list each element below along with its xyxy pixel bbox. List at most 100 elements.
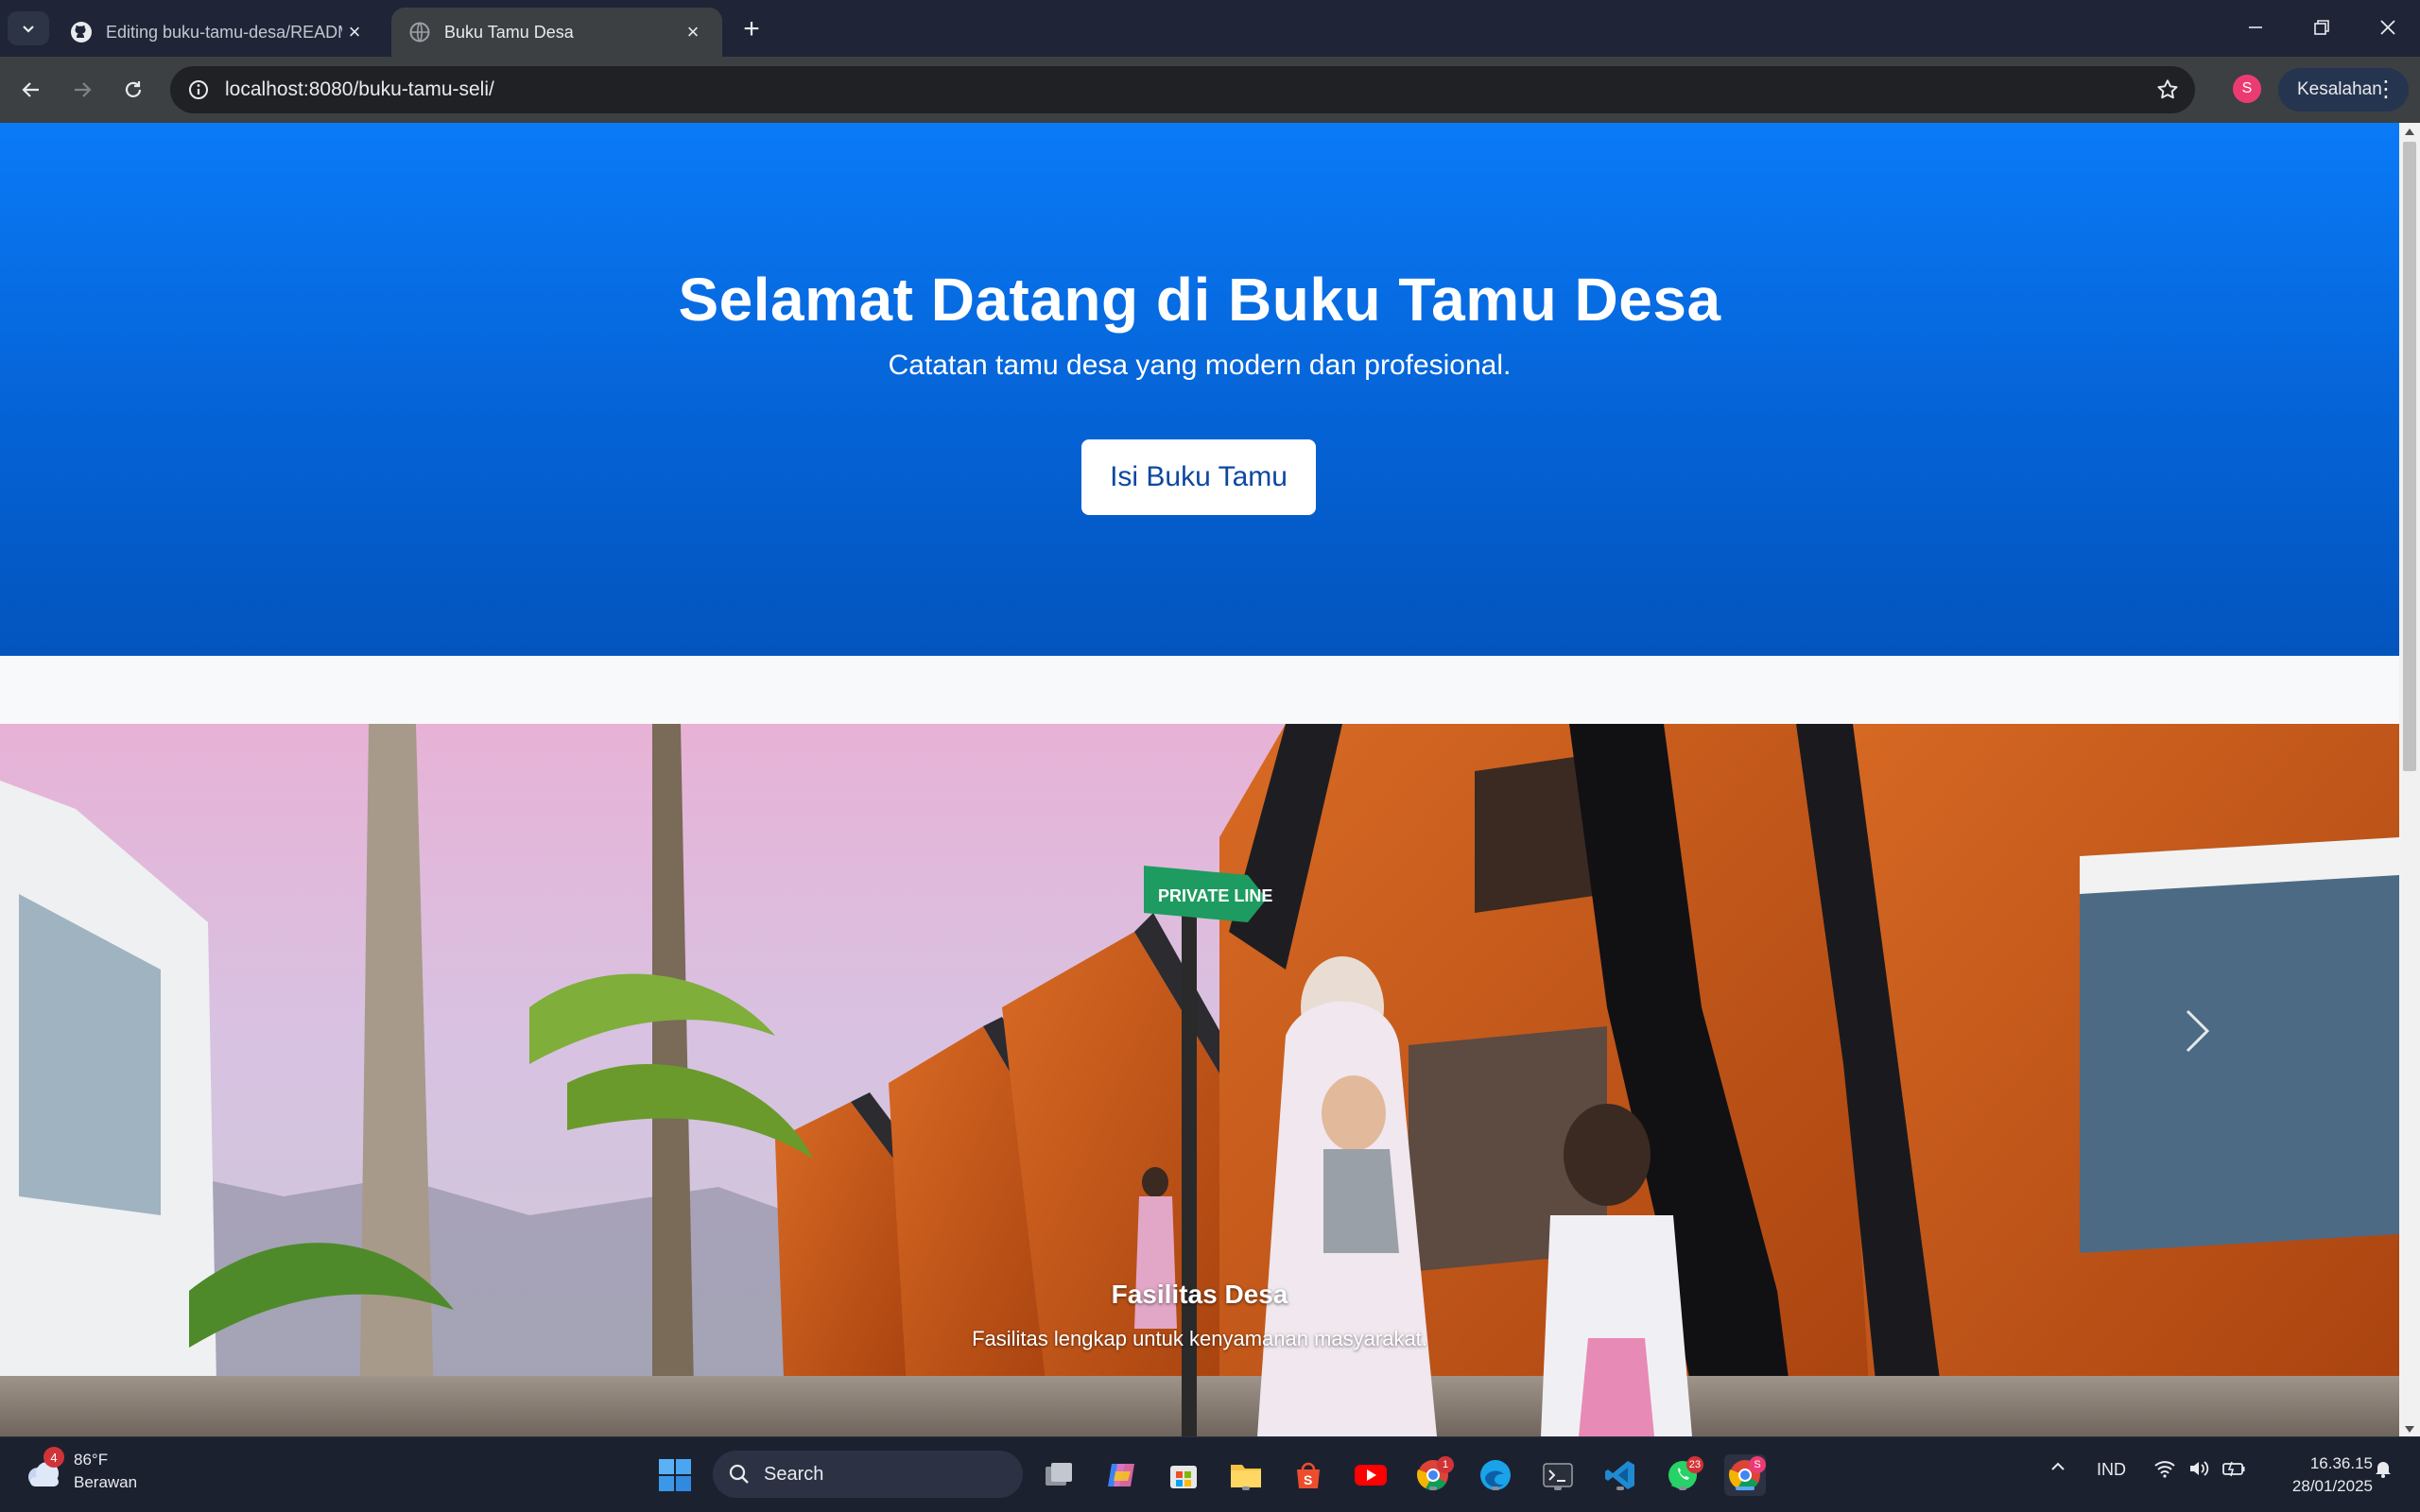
chevron-right-icon xyxy=(2186,1009,2210,1053)
url-text: localhost:8080/buku-tamu-seli/ xyxy=(225,78,494,101)
caption-text: Fasilitas lengkap untuk kenyamanan masya… xyxy=(972,1327,1427,1350)
store-button[interactable] xyxy=(1163,1454,1204,1496)
scroll-up-arrow[interactable] xyxy=(2405,129,2414,135)
chrome-notification-badge: 1 xyxy=(1437,1456,1454,1473)
address-bar[interactable]: localhost:8080/buku-tamu-seli/ xyxy=(170,66,2195,113)
running-indicator xyxy=(1736,1486,1754,1490)
close-window-button[interactable] xyxy=(2360,8,2416,47)
profile-status-button[interactable]: Kesalahan ⋮ xyxy=(2278,68,2409,112)
profile-status-label: Kesalahan xyxy=(2297,79,2382,99)
tab-search-button[interactable] xyxy=(8,11,49,45)
search-label: Search xyxy=(764,1463,824,1485)
weather-description: Berawan xyxy=(74,1473,138,1491)
volume-icon[interactable] xyxy=(2187,1458,2210,1484)
running-indicator xyxy=(1554,1486,1562,1490)
chevron-down-icon xyxy=(23,26,34,33)
vscode-button[interactable] xyxy=(1599,1454,1641,1496)
cloud-icon: 4 xyxy=(23,1447,64,1492)
tab-strip: Editing buku-tamu-desa/READM × Buku Tamu… xyxy=(0,0,2420,57)
shopping-bag-icon: S xyxy=(1297,1462,1320,1488)
tab-buku-tamu-desa[interactable]: Buku Tamu Desa × xyxy=(391,8,722,57)
weather-badge: 4 xyxy=(43,1447,64,1468)
weather-temperature: 86°F xyxy=(74,1451,109,1469)
arrow-right-icon xyxy=(75,82,92,97)
minimize-icon xyxy=(2249,26,2262,28)
shopee-button[interactable]: S xyxy=(1288,1454,1329,1496)
github-icon xyxy=(70,21,93,43)
caption-title: Fasilitas Desa xyxy=(1111,1280,1288,1309)
wifi-icon[interactable] xyxy=(2153,1458,2176,1484)
battery-icon[interactable] xyxy=(2221,1458,2246,1484)
image-carousel: PRIVATE LINE Fasilitas Desa Fasilitas le… xyxy=(0,724,2399,1436)
restore-icon xyxy=(2314,20,2329,35)
windows-taskbar: 4 86°F Berawan Search S 1 23 S IND 16.36… xyxy=(0,1436,2420,1512)
page-viewport: Selamat Datang di Buku Tamu Desa Catatan… xyxy=(0,123,2399,1436)
store-icon xyxy=(1170,1466,1197,1488)
profile-avatar[interactable]: S xyxy=(2233,75,2261,103)
chrome-profile-badge: S xyxy=(1749,1456,1766,1473)
whatsapp-notification-badge: 23 xyxy=(1685,1456,1703,1473)
hero-subtitle: Catatan tamu desa yang modern dan profes… xyxy=(888,350,1512,381)
notification-bell-icon[interactable] xyxy=(2373,1458,2394,1484)
copilot-button[interactable] xyxy=(1100,1454,1142,1496)
scrollbar-thumb[interactable] xyxy=(2403,142,2416,771)
search-icon xyxy=(729,1464,749,1484)
show-hidden-icons-button[interactable] xyxy=(2049,1458,2066,1480)
running-indicator xyxy=(1679,1486,1686,1490)
site-info-icon[interactable] xyxy=(185,77,212,103)
clock-date: 28/01/2025 xyxy=(2291,1477,2373,1495)
running-indicator xyxy=(1242,1486,1250,1490)
youtube-button[interactable] xyxy=(1350,1454,1392,1496)
tab-close-button[interactable]: × xyxy=(681,20,705,44)
hero-section: Selamat Datang di Buku Tamu Desa Catatan… xyxy=(0,123,2399,656)
clock-time: 16.36.15 xyxy=(2309,1454,2373,1472)
edge-button[interactable] xyxy=(1475,1454,1516,1496)
more-menu-icon[interactable]: ⋮ xyxy=(2375,77,2397,103)
whatsapp-button[interactable]: 23 xyxy=(1662,1454,1703,1496)
sign-text: PRIVATE LINE xyxy=(1158,886,1272,905)
copilot-icon xyxy=(1108,1464,1134,1486)
close-icon xyxy=(2380,20,2395,35)
globe-icon xyxy=(408,21,431,43)
new-tab-button[interactable]: + xyxy=(735,13,768,45)
system-clock[interactable]: 16.36.15 28/01/2025 xyxy=(2259,1452,2373,1498)
language-indicator[interactable]: IND xyxy=(2097,1460,2126,1480)
page-scrollbar[interactable] xyxy=(2399,123,2420,1436)
browser-toolbar: localhost:8080/buku-tamu-seli/ xyxy=(0,57,2420,123)
restore-button[interactable] xyxy=(2293,8,2350,47)
running-indicator xyxy=(1429,1486,1437,1490)
scroll-down-arrow[interactable] xyxy=(2405,1426,2414,1433)
task-view-button[interactable] xyxy=(1038,1454,1080,1496)
reload-button[interactable] xyxy=(112,68,155,112)
chrome-profile-button[interactable]: S xyxy=(1724,1454,1766,1496)
carousel-caption: Fasilitas Desa Fasilitas lengkap untuk k… xyxy=(0,1280,2399,1351)
chrome-button[interactable]: 1 xyxy=(1412,1454,1454,1496)
url-path: :8080/buku-tamu-seli/ xyxy=(302,78,494,100)
running-indicator xyxy=(1492,1486,1499,1490)
tab-close-button[interactable]: × xyxy=(342,20,367,44)
tab-title: Editing buku-tamu-desa/READM xyxy=(106,22,342,42)
carousel-next-button[interactable] xyxy=(2184,1007,2250,1140)
windows-logo-icon xyxy=(659,1459,691,1491)
forward-button[interactable] xyxy=(60,68,104,112)
start-button[interactable] xyxy=(654,1454,696,1496)
url-host: localhost xyxy=(225,78,303,100)
reload-icon xyxy=(125,81,142,97)
task-view-icon xyxy=(1046,1463,1072,1486)
fill-guestbook-button[interactable]: Isi Buku Tamu xyxy=(1081,439,1316,515)
back-button[interactable] xyxy=(9,68,53,112)
terminal-button[interactable] xyxy=(1537,1454,1579,1496)
tab-github-readme[interactable]: Editing buku-tamu-desa/READM × xyxy=(53,8,384,57)
arrow-left-icon xyxy=(22,82,39,97)
svg-text:S: S xyxy=(1304,1472,1312,1487)
chevron-up-icon xyxy=(2051,1462,2065,1470)
running-indicator xyxy=(1616,1486,1624,1490)
minimize-button[interactable] xyxy=(2227,8,2284,47)
youtube-icon xyxy=(1355,1465,1387,1486)
tab-title: Buku Tamu Desa xyxy=(444,22,574,42)
hero-title: Selamat Datang di Buku Tamu Desa xyxy=(678,266,1721,334)
bookmark-star-icon[interactable] xyxy=(2153,76,2182,104)
file-explorer-button[interactable] xyxy=(1225,1454,1267,1496)
weather-widget[interactable]: 4 86°F Berawan xyxy=(23,1447,138,1494)
taskbar-search[interactable]: Search xyxy=(713,1451,1023,1498)
